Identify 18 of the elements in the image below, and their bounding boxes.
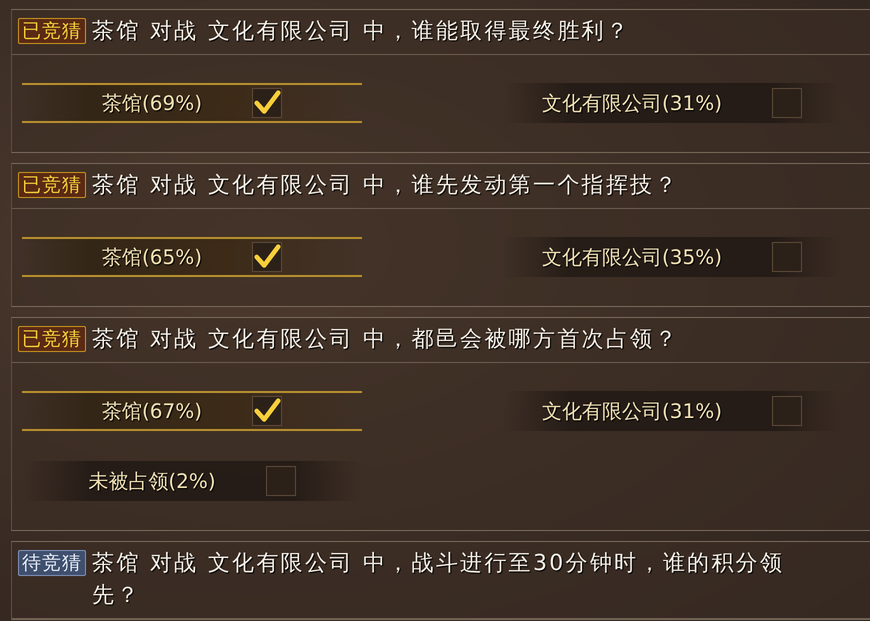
question-text: 茶馆 对战 文化有限公司 中，战斗进行至30分钟时，谁的积分领先？	[92, 550, 786, 610]
question-text: 茶馆 对战 文化有限公司 中，都邑会被哪方首次占领？	[92, 326, 680, 354]
status-badge: 已竞猜	[18, 18, 86, 44]
checked-checkbox[interactable]	[252, 88, 282, 118]
question-text: 茶馆 对战 文化有限公司 中，谁能取得最终胜利？	[92, 18, 632, 46]
answer-option[interactable]: 茶馆(67%)	[22, 391, 362, 431]
status-badge: 已竞猜	[18, 326, 86, 352]
checkbox[interactable]	[772, 88, 802, 118]
checked-checkbox[interactable]	[252, 242, 282, 272]
question-text: 茶馆 对战 文化有限公司 中，谁先发动第一个指挥技？	[92, 172, 680, 200]
checkbox[interactable]	[266, 466, 296, 496]
answer-option[interactable]: 茶馆(69%)	[22, 83, 362, 123]
checked-checkbox[interactable]	[252, 396, 282, 426]
checkbox[interactable]	[772, 242, 802, 272]
status-badge: 已竞猜	[18, 172, 86, 198]
status-badge: 待竞猜	[18, 550, 86, 576]
answer-option[interactable]: 茶馆(65%)	[22, 237, 362, 277]
checkbox[interactable]	[772, 396, 802, 426]
